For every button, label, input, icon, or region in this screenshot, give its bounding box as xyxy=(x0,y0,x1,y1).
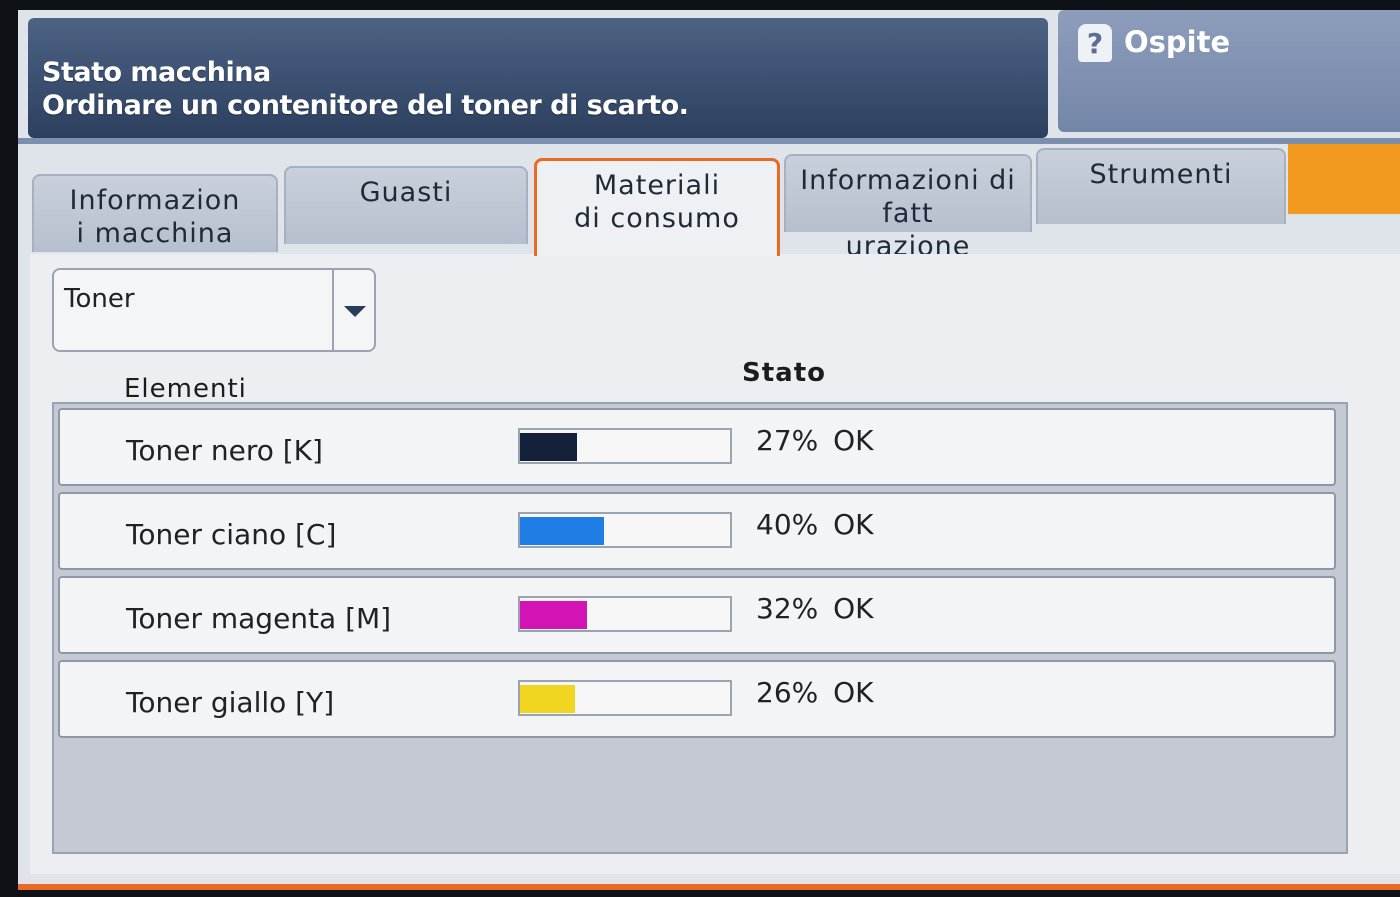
column-header-status: Stato xyxy=(742,358,826,388)
user-login-button[interactable]: ? Ospite xyxy=(1058,10,1400,132)
select-divider xyxy=(332,270,334,350)
user-name: Ospite xyxy=(1124,25,1231,59)
tab-informazioni-macchina[interactable]: Informazion i macchina xyxy=(32,174,278,252)
user-help-icon: ? xyxy=(1078,24,1112,62)
tab-strumenti[interactable]: Strumenti xyxy=(1036,148,1286,224)
tab-informazioni-di-fatturazione[interactable]: Informazioni di fatt urazione xyxy=(784,154,1032,262)
column-header-items: Elementi xyxy=(124,374,247,404)
toner-name: Toner nero [K] xyxy=(126,434,323,467)
toner-status: 40% OK xyxy=(756,508,874,541)
chevron-down-icon[interactable] xyxy=(344,306,366,317)
tab-bar: Informazion i macchina Guasti Materiali di… xyxy=(18,144,1400,262)
toner-status: 32% OK xyxy=(756,592,874,625)
tab-label: Informazioni di fatt urazione xyxy=(800,165,1016,262)
toner-level-bar xyxy=(518,512,732,548)
tab-materiali-di-consumo[interactable]: Materiali di consumo xyxy=(534,158,780,256)
table-row[interactable]: Toner magenta [M] 32% OK xyxy=(58,576,1336,654)
consumable-type-select[interactable]: Toner xyxy=(52,268,376,352)
tab-guasti[interactable]: Guasti xyxy=(284,166,528,244)
toner-table: Toner nero [K] 27% OK Toner ciano [C] 40… xyxy=(52,402,1348,854)
select-value: Toner xyxy=(64,284,135,314)
tab-label: Informazion i macchina xyxy=(69,185,241,249)
device-screen: Stato macchina Ordinare un contenitore d… xyxy=(18,10,1400,890)
toner-name: Toner magenta [M] xyxy=(126,602,392,635)
table-row[interactable]: Toner ciano [C] 40% OK xyxy=(58,492,1336,570)
table-row[interactable]: Toner nero [K] 27% OK xyxy=(58,408,1336,486)
tab-label: Guasti xyxy=(359,177,453,208)
toner-level-bar xyxy=(518,596,732,632)
machine-status-panel: Stato macchina Ordinare un contenitore d… xyxy=(28,18,1048,138)
tab-label: Materiali di consumo xyxy=(574,170,740,234)
tab-label: Strumenti xyxy=(1089,159,1233,190)
toner-level-fill xyxy=(520,433,577,461)
toner-status: 27% OK xyxy=(756,424,874,457)
status-title: Stato macchina xyxy=(42,57,271,88)
tab-bar-accent xyxy=(1288,144,1400,214)
toner-status: 26% OK xyxy=(756,676,874,709)
toner-name: Toner ciano [C] xyxy=(126,518,337,551)
toner-level-fill xyxy=(520,685,575,713)
status-message: Ordinare un contenitore del toner di sca… xyxy=(42,90,689,121)
toner-name: Toner giallo [Y] xyxy=(126,686,335,719)
table-row[interactable]: Toner giallo [Y] 26% OK xyxy=(58,660,1336,738)
consumables-panel: Toner Elementi Stato Toner nero [K] 27% … xyxy=(30,254,1400,874)
toner-level-bar xyxy=(518,428,732,464)
toner-level-fill xyxy=(520,601,588,629)
toner-level-bar xyxy=(518,680,732,716)
toner-level-fill xyxy=(520,517,604,545)
